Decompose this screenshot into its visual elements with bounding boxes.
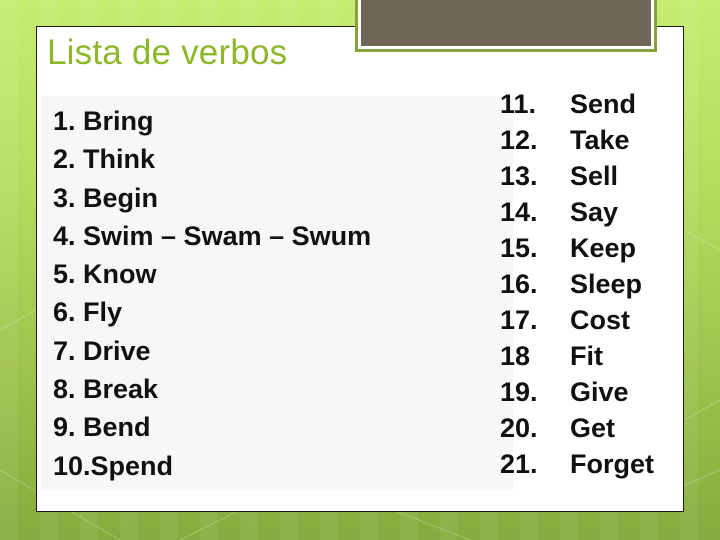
list-item: 5. Know	[53, 259, 157, 290]
list-item: 10.Spend	[53, 450, 174, 481]
list-item: 12. Take	[500, 122, 654, 158]
list-item: 1. Bring	[53, 106, 154, 136]
slide-title: Lista de verbos	[47, 33, 288, 72]
list-number: 12.	[500, 125, 538, 155]
bg-line	[683, 229, 720, 251]
list-number: 11.	[500, 89, 537, 119]
list-number: 13.	[500, 161, 538, 191]
list-verb: Take	[570, 125, 630, 155]
list-number: 19.	[500, 377, 538, 407]
list-verb: Cost	[570, 305, 630, 335]
list-number: 16.	[500, 269, 538, 299]
bg-line	[0, 309, 37, 331]
list-verb: Give	[570, 377, 629, 407]
list-number: 15.	[500, 233, 538, 263]
list-item: 8. Break	[53, 374, 159, 405]
decorative-accent-box	[355, 0, 657, 52]
list-item: 17. Cost	[500, 302, 654, 338]
list-verb: Fit	[570, 341, 603, 371]
verb-list-right: 11. Send 12. Take 13. Sell 14. Say 15. Keep 1…	[500, 86, 654, 482]
list-verb: Sell	[570, 161, 619, 191]
list-item: 18 Fit	[500, 338, 654, 374]
list-number: 21.	[500, 449, 538, 479]
list-item: 19. Give	[500, 374, 654, 410]
list-verb: Get	[570, 413, 616, 443]
list-item: 16. Sleep	[500, 266, 654, 302]
list-item: 9. Bend	[53, 412, 151, 443]
list-item: 4. Swim – Swam – Swum	[53, 220, 372, 251]
list-number: 20.	[500, 413, 538, 443]
list-verb: Keep	[570, 233, 637, 263]
list-number: 14.	[500, 197, 538, 227]
list-item: 14. Say	[500, 194, 654, 230]
verb-list-left: 1. Bring 2. Think 3. Begin 4. Swim – Swa…	[53, 102, 371, 485]
list-verb: Sleep	[570, 269, 643, 299]
list-item: 11. Send	[500, 86, 654, 122]
list-number: 18	[500, 341, 531, 371]
bg-line	[683, 399, 720, 421]
list-item: 2. Think	[53, 144, 156, 175]
list-item: 21. Forget	[500, 446, 654, 482]
list-number: 17.	[500, 305, 538, 335]
list-item: 7. Drive	[53, 335, 151, 366]
list-item: 15. Keep	[500, 230, 654, 266]
list-item: 3. Begin	[53, 182, 159, 213]
list-verb: Send	[570, 89, 637, 119]
list-verb: Forget	[570, 449, 654, 479]
list-verb: Say	[570, 197, 619, 227]
list-item: 20. Get	[500, 410, 654, 446]
list-item: 13. Sell	[500, 158, 654, 194]
list-item: 6. Fly	[53, 297, 123, 328]
